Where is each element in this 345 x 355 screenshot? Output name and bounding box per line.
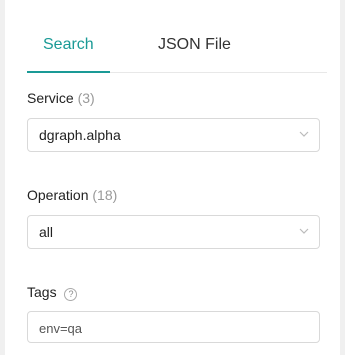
operation-select-value: all (39, 224, 54, 240)
chevron-down-icon (299, 228, 309, 234)
chevron-down-icon (299, 131, 309, 137)
question-circle-icon[interactable]: ? (64, 288, 78, 301)
tags-label: Tags (27, 284, 57, 300)
service-label: Service (27, 90, 74, 106)
service-count: (3) (77, 90, 95, 106)
tags-label-row: Tags ? (27, 284, 78, 301)
active-tab-indicator (27, 71, 110, 73)
tags-input[interactable]: env=qa (27, 311, 320, 343)
operation-count: (18) (92, 187, 118, 203)
tab-json-file[interactable]: JSON File (158, 36, 231, 54)
tab-search[interactable]: Search (43, 36, 94, 54)
operation-label: Operation (27, 187, 89, 203)
service-select-value: dgraph.alpha (39, 127, 121, 143)
search-tabs: Search JSON File (27, 26, 327, 73)
service-label-row: Service (3) (27, 90, 95, 106)
service-select[interactable]: dgraph.alpha (27, 118, 320, 152)
operation-label-row: Operation (18) (27, 187, 117, 203)
search-panel: Search JSON File Service (3) dgraph.alph… (5, 0, 340, 355)
operation-select[interactable]: all (27, 215, 320, 249)
tags-input-value: env=qa (39, 321, 83, 336)
